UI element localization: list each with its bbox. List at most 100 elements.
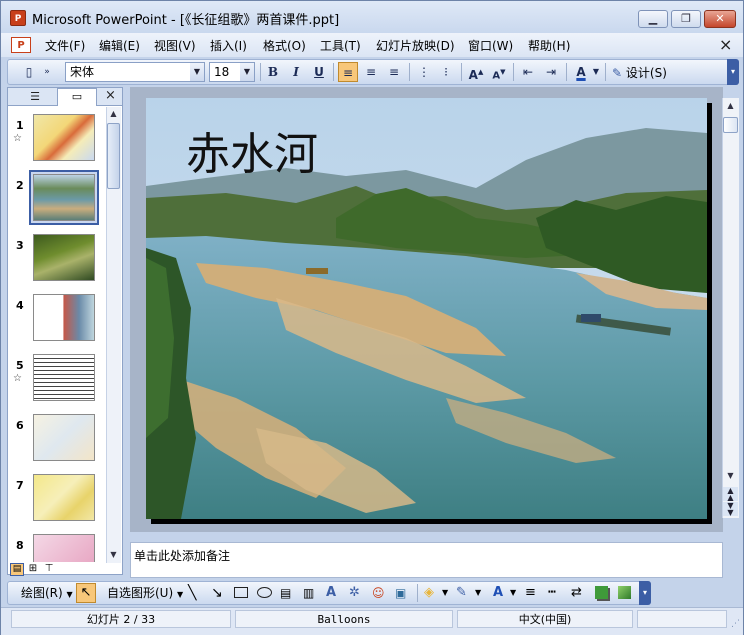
align-center-icon[interactable]: ≡ <box>361 62 381 82</box>
thumbnails-scroll-thumb[interactable] <box>107 123 120 189</box>
animation-star-icon: ☆ <box>13 373 22 384</box>
new-document-icon[interactable]: ▯ <box>19 62 39 82</box>
close-window-button[interactable]: ✕ <box>704 10 736 28</box>
font-name-value: 宋体 <box>70 65 95 79</box>
rectangle-icon[interactable] <box>234 587 248 598</box>
line-icon[interactable]: ╲ <box>188 584 196 602</box>
slide-thumbnail-8[interactable] <box>33 534 95 562</box>
slide-thumbnail-2[interactable] <box>33 174 95 221</box>
menu-insert[interactable]: 插入(I) <box>210 37 247 54</box>
slide-thumbnail-5[interactable] <box>33 354 95 401</box>
increase-font-size-icon[interactable]: A▲ <box>466 62 486 82</box>
toolbar-separator <box>409 63 410 81</box>
normal-view-icon[interactable]: ▤ <box>10 563 24 576</box>
font-color-draw-icon[interactable]: A <box>493 584 503 602</box>
font-size-select[interactable]: 18 ▼ <box>209 62 255 82</box>
toolbar-separator <box>260 63 261 81</box>
line-style-icon[interactable]: ≡ <box>525 584 536 602</box>
chevron-down-icon[interactable]: ▼ <box>475 584 481 602</box>
3d-style-icon[interactable] <box>618 586 631 599</box>
font-color-icon[interactable]: A <box>571 62 591 82</box>
toolbar-options-icon[interactable]: » <box>41 62 53 82</box>
align-left-icon[interactable]: ≡ <box>338 62 358 82</box>
menu-file[interactable]: 文件(F) <box>45 37 85 54</box>
close-document-button[interactable]: × <box>719 35 732 54</box>
outline-tab[interactable]: ☰ <box>15 89 55 105</box>
toolbar-overflow-icon[interactable]: ▾ <box>727 59 739 85</box>
draw-menu-button[interactable]: 绘图(R) ▼ <box>21 584 73 602</box>
current-slide[interactable]: 赤水河 <box>146 98 707 519</box>
select-objects-icon[interactable]: ↖ <box>76 583 96 603</box>
text-box-icon[interactable]: ▤ <box>280 584 291 602</box>
numbering-icon[interactable]: ⋮ <box>414 62 434 82</box>
font-name-select[interactable]: 宋体 ▼ <box>65 62 205 82</box>
next-slide-icon[interactable]: ▼ ▼ <box>723 502 738 517</box>
slide-thumbnail-1[interactable] <box>33 114 95 161</box>
close-icon: ✕ <box>715 12 725 25</box>
shadow-style-icon[interactable] <box>595 586 608 599</box>
design-icon: ✎ <box>612 66 623 80</box>
bold-button[interactable]: B <box>263 62 283 82</box>
document-icon[interactable]: P <box>11 37 31 53</box>
font-size-value: 18 <box>214 65 230 79</box>
menu-view[interactable]: 视图(V) <box>154 37 196 54</box>
dash-style-icon[interactable]: ┅ <box>548 584 556 602</box>
close-panel-icon[interactable]: × <box>105 88 116 103</box>
scroll-up-icon[interactable]: ▲ <box>107 109 120 118</box>
slides-tab[interactable]: ▭ <box>57 88 97 106</box>
underline-button[interactable]: U <box>309 62 329 82</box>
bullets-icon[interactable]: ⁝ <box>436 62 456 82</box>
slide-thumbnail-3[interactable] <box>33 234 95 281</box>
scroll-up-icon[interactable]: ▲ <box>723 101 738 110</box>
insert-picture-icon[interactable]: ▣ <box>395 584 406 602</box>
toolbar-separator <box>513 63 514 81</box>
fill-color-icon[interactable]: ◈ <box>424 584 434 602</box>
slide-title[interactable]: 赤水河 <box>186 118 318 182</box>
oval-icon[interactable] <box>257 587 272 598</box>
menu-edit[interactable]: 编辑(E) <box>99 37 140 54</box>
resize-grip-icon[interactable]: ⋰ <box>731 619 740 629</box>
diagram-icon[interactable]: ✲ <box>349 584 360 602</box>
arrow-style-icon[interactable]: ⇄ <box>571 584 582 602</box>
chevron-down-icon: ▼ <box>190 63 204 81</box>
slide-thumbnail-4[interactable] <box>33 294 95 341</box>
slide-number: 6 <box>16 419 24 432</box>
menu-format[interactable]: 格式(O) <box>263 37 306 54</box>
scroll-down-icon[interactable]: ▼ <box>723 471 738 480</box>
minimize-button[interactable]: ▁ <box>638 10 668 28</box>
powerpoint-app-icon[interactable]: P <box>10 10 26 26</box>
increase-indent-icon[interactable]: ⇥ <box>541 62 561 82</box>
scroll-down-icon[interactable]: ▼ <box>107 550 120 559</box>
clip-art-icon[interactable]: ☺ <box>372 584 385 602</box>
decrease-indent-icon[interactable]: ⇤ <box>518 62 538 82</box>
maximize-button[interactable]: ❐ <box>671 10 701 28</box>
autoshapes-button[interactable]: 自选图形(U) ▼ <box>107 584 183 602</box>
draw-menu-label: 绘图(R) <box>21 586 63 600</box>
wordart-icon[interactable]: A <box>326 584 336 602</box>
chevron-down-icon[interactable]: ▼ <box>591 62 601 82</box>
arrow-icon[interactable]: ↘ <box>211 584 223 602</box>
previous-slide-icon[interactable]: ▲ ▲ <box>723 487 738 502</box>
slide-sorter-view-icon[interactable]: ⊞ <box>26 563 40 576</box>
vertical-text-box-icon[interactable]: ▥ <box>303 584 314 602</box>
slide-number: 3 <box>16 239 24 252</box>
design-button[interactable]: ✎ 设计(S) <box>612 64 667 81</box>
decrease-font-size-icon[interactable]: A▼ <box>489 62 509 82</box>
slide-scroll-thumb[interactable] <box>723 117 738 133</box>
menu-help[interactable]: 帮助(H) <box>528 37 570 54</box>
slide-number: 7 <box>16 479 24 492</box>
line-color-icon[interactable]: ✎ <box>456 584 467 602</box>
slide-thumbnail-7[interactable] <box>33 474 95 521</box>
italic-button[interactable]: I <box>286 62 306 82</box>
menu-window[interactable]: 窗口(W) <box>468 37 513 54</box>
menu-slideshow[interactable]: 幻灯片放映(D) <box>376 37 455 54</box>
slide-scrollbar[interactable] <box>722 98 739 518</box>
chevron-down-icon[interactable]: ▼ <box>510 584 516 602</box>
chevron-down-icon[interactable]: ▼ <box>442 584 448 602</box>
menu-tools[interactable]: 工具(T) <box>320 37 361 54</box>
slide-thumbnail-6[interactable] <box>33 414 95 461</box>
toolbar-overflow-icon[interactable]: ▾ <box>639 581 651 605</box>
slideshow-view-icon[interactable]: ⊤ <box>42 563 56 576</box>
notes-placeholder[interactable]: 单击此处添加备注 <box>134 547 230 564</box>
align-right-icon[interactable]: ≡ <box>384 62 404 82</box>
